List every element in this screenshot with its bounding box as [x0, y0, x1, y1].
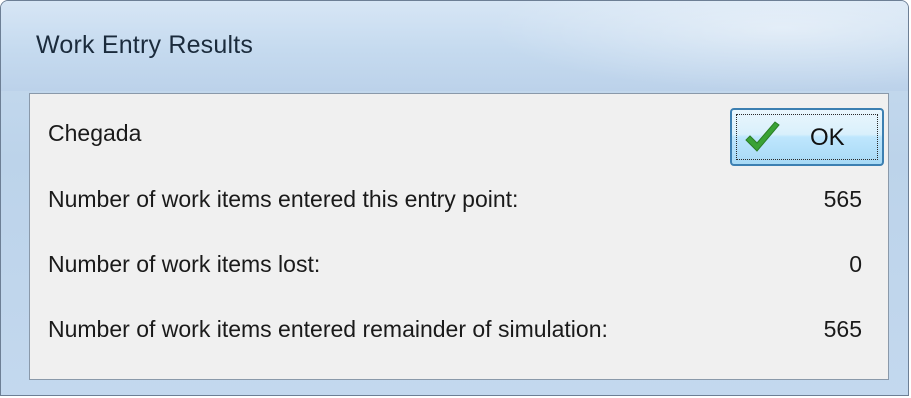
items-lost-value: 0	[849, 251, 862, 277]
ok-button-label: OK	[810, 124, 845, 151]
items-lost-label: Number of work items lost:	[48, 251, 321, 277]
window-title: Work Entry Results	[36, 31, 254, 59]
title-bar[interactable]: Work Entry Results	[1, 1, 908, 91]
entered-remainder-value: 565	[823, 316, 862, 342]
entry-point-name: Chegada	[48, 120, 142, 146]
dialog-content: Chegada OK Number of work items entered …	[29, 93, 889, 380]
entered-remainder-label: Number of work items entered remainder o…	[48, 316, 608, 342]
work-entry-results-dialog: Work Entry Results Chegada OK Number of …	[0, 0, 909, 396]
ok-button[interactable]: OK	[730, 108, 884, 166]
entered-this-entry-label: Number of work items entered this entry …	[48, 186, 519, 212]
checkmark-icon	[745, 121, 780, 152]
entered-this-entry-value: 565	[823, 186, 862, 212]
